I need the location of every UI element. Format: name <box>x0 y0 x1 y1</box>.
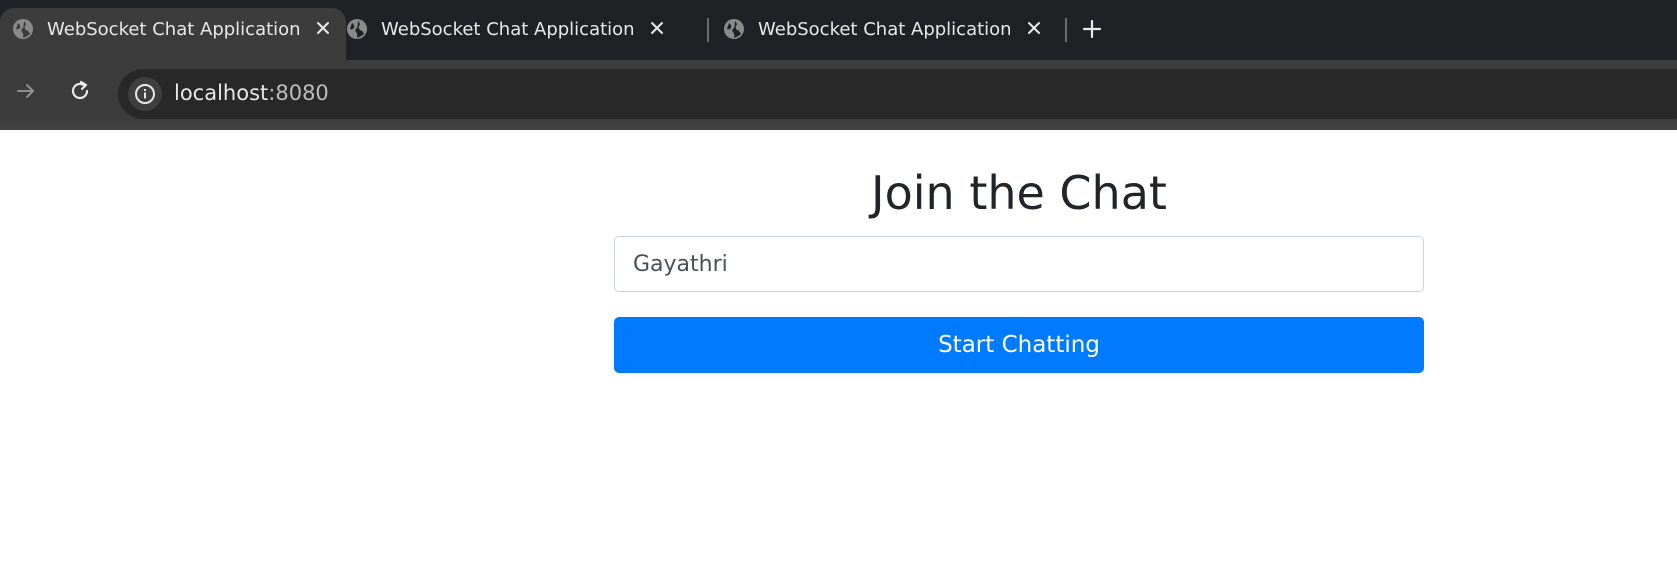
url-host: localhost <box>174 81 269 105</box>
toolbar-divider <box>0 122 1677 130</box>
close-icon[interactable] <box>312 17 334 39</box>
plus-icon[interactable] <box>1080 17 1104 41</box>
username-input[interactable] <box>614 236 1424 292</box>
arrow-right-icon[interactable] <box>11 76 41 106</box>
tab-2[interactable]: WebSocket Chat Application <box>334 8 680 60</box>
info-icon[interactable] <box>128 77 162 111</box>
tab-3[interactable]: WebSocket Chat Application <box>711 8 1057 60</box>
globe-icon <box>723 18 745 40</box>
browser-toolbar: localhost:8080 <box>0 60 1677 122</box>
reload-icon[interactable] <box>65 76 95 106</box>
tab-title: WebSocket Chat Application <box>758 19 1012 40</box>
tab-title: WebSocket Chat Application <box>381 19 635 40</box>
close-icon[interactable] <box>1023 17 1045 39</box>
tab-title: WebSocket Chat Application <box>47 19 301 40</box>
start-chatting-button[interactable]: Start Chatting <box>614 317 1424 373</box>
address-bar[interactable]: localhost:8080 <box>118 69 1677 119</box>
tab-separator <box>1065 18 1067 42</box>
url-text[interactable]: localhost:8080 <box>174 81 329 105</box>
tab-separator <box>707 18 709 42</box>
globe-icon <box>12 18 34 40</box>
url-port: :8080 <box>268 81 329 105</box>
page-title: Join the Chat <box>871 166 1167 220</box>
close-icon[interactable] <box>646 17 668 39</box>
tab-strip: WebSocket Chat Application WebSocket Cha… <box>0 0 1677 60</box>
page-content: Join the Chat Start Chatting <box>0 130 1677 564</box>
globe-icon <box>346 18 368 40</box>
tab-1[interactable]: WebSocket Chat Application <box>0 8 346 60</box>
